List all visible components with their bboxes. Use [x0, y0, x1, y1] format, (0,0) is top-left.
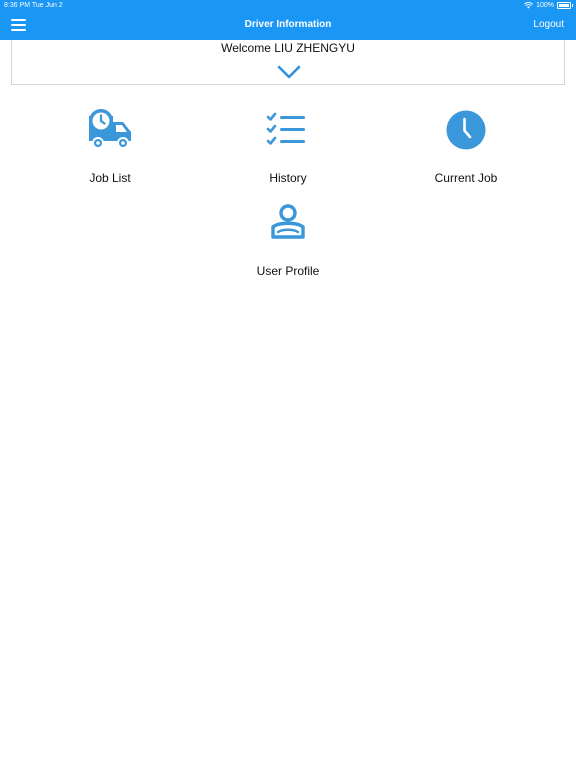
current-job-label: Current Job: [434, 171, 498, 185]
battery-percent: 100%: [536, 2, 554, 9]
user-profile-label: User Profile: [256, 264, 320, 278]
status-indicators: 100%: [524, 1, 573, 10]
history-button[interactable]: History: [218, 108, 358, 188]
navigation-bar: 8:36 PM Tue Jun 2 100% Driver Informatio…: [0, 0, 576, 40]
truck-clock-icon: [89, 109, 131, 149]
history-label: History: [269, 171, 307, 185]
clock-icon: [446, 110, 486, 150]
user-profile-button[interactable]: User Profile: [218, 201, 358, 281]
page-title: Driver Information: [244, 19, 332, 30]
job-list-label: Job List: [89, 171, 131, 185]
job-list-button[interactable]: Job List: [40, 108, 180, 188]
current-job-button[interactable]: Current Job: [396, 108, 536, 188]
chevron-down-icon[interactable]: [277, 65, 301, 79]
user-icon: [271, 204, 305, 239]
logout-button[interactable]: Logout: [533, 18, 564, 32]
status-time: 8:36 PM Tue Jun 2: [4, 2, 63, 9]
battery-icon: [557, 2, 573, 9]
welcome-message: Welcome LIU ZHENGYU: [221, 41, 355, 55]
wifi-icon: [524, 2, 534, 9]
checklist-icon: [266, 112, 305, 145]
welcome-card: Welcome LIU ZHENGYU: [11, 40, 565, 85]
